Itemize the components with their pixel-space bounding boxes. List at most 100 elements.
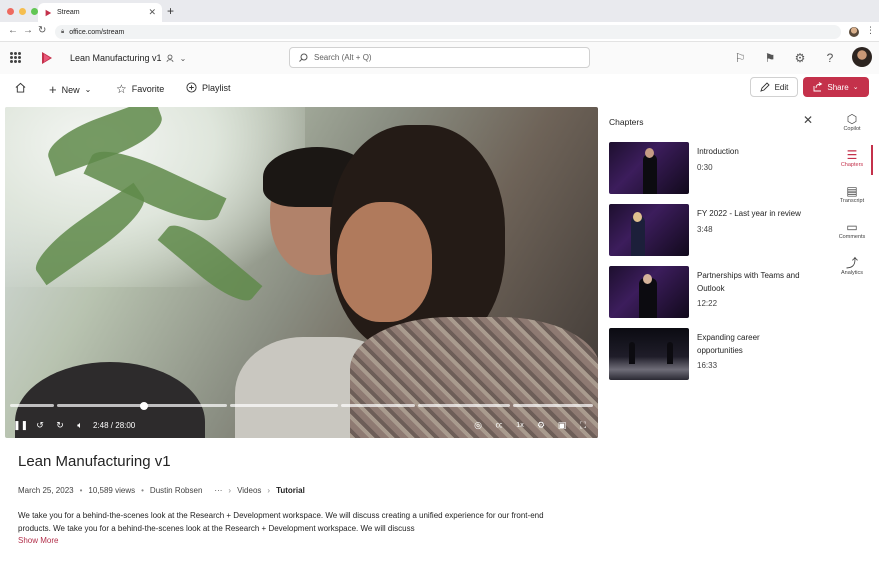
chapter-title: FY 2022 - Last year in review — [697, 209, 801, 218]
rail-copilot-label: Copilot — [843, 126, 861, 132]
reload-icon[interactable]: ↻ — [38, 25, 46, 36]
back-icon[interactable]: ← — [8, 25, 18, 36]
command-bar: + New ⌄ ☆ Favorite Playlist Edit Share ⌄ — [0, 74, 879, 102]
maximize-window-button[interactable] — [31, 8, 38, 15]
chapter-item[interactable]: FY 2022 - Last year in review 3:48 — [609, 204, 824, 256]
favorite-label: Favorite — [131, 84, 165, 94]
header-actions: ⚐ ⚑ ⚙ ? — [733, 51, 837, 65]
chevron-down-icon: ⌄ — [84, 85, 92, 94]
address-bar[interactable]: 🔒︎ office.com/stream — [55, 25, 841, 39]
share-button[interactable]: Share ⌄ — [803, 77, 869, 97]
more-options-icon[interactable]: ··· — [214, 486, 222, 495]
seek-segment[interactable] — [341, 404, 415, 407]
help-icon[interactable]: ? — [823, 51, 837, 65]
fullscreen-icon[interactable]: ⛶ — [576, 420, 590, 431]
rail-analytics[interactable]: ⤴ Analytics — [829, 256, 875, 276]
add-circle-icon — [186, 82, 197, 93]
chapter-item[interactable]: Expanding career opportunities 16:33 — [609, 328, 824, 380]
close-window-button[interactable] — [7, 8, 14, 15]
chevron-down-icon: ⌄ — [179, 53, 187, 63]
audio-description-icon[interactable]: ◎ — [471, 420, 485, 431]
new-tab-icon[interactable]: + — [167, 4, 174, 18]
chapter-item[interactable]: Introduction 0:30 — [609, 142, 824, 194]
user-avatar[interactable] — [852, 47, 872, 67]
rail-chapters[interactable]: ☰ Chapters — [829, 148, 875, 168]
rail-comments-label: Comments — [838, 234, 866, 240]
search-input[interactable]: Search (Alt + Q) — [289, 47, 590, 68]
plus-icon: + — [49, 82, 57, 97]
rail-copilot[interactable]: ⬡ Copilot — [829, 112, 875, 132]
seek-segment[interactable] — [418, 404, 510, 407]
flag-icon[interactable]: ⚑ — [763, 51, 777, 65]
chapters-panel: Chapters ✕ Introduction 0:30 FY 2022 - L… — [598, 107, 829, 427]
feedback-icon[interactable]: ⚐ — [733, 51, 747, 65]
thumbnail-figure — [631, 216, 645, 256]
stream-logo-icon — [45, 9, 52, 16]
chapter-item[interactable]: Partnerships with Teams and Outlook 12:2… — [609, 266, 824, 318]
video-title: Lean Manufacturing v1 — [18, 453, 171, 470]
favorite-button[interactable]: ☆ Favorite — [116, 82, 164, 96]
video-player[interactable]: ❚❚ ↺ ↻ 🔈︎ 2:48 / 28:00 ◎ ㏄ 1x ⚙ ▣ ⛶ — [5, 107, 598, 438]
pause-icon[interactable]: ❚❚ — [13, 420, 28, 431]
seek-handle[interactable] — [140, 402, 148, 410]
stream-logo-icon[interactable] — [40, 51, 54, 65]
document-title-text: Lean Manufacturing v1 — [70, 53, 162, 63]
chapter-title: Expanding career opportunities — [697, 333, 760, 355]
playback-speed-icon[interactable]: 1x — [513, 422, 527, 429]
picture-in-picture-icon[interactable]: ▣ — [555, 420, 569, 431]
people-icon — [166, 54, 173, 62]
home-icon — [15, 82, 26, 93]
profile-icon[interactable] — [849, 27, 859, 37]
home-button[interactable] — [15, 82, 26, 93]
close-icon[interactable]: ✕ — [803, 113, 813, 127]
tab-close-icon[interactable]: ✕ — [148, 7, 156, 18]
address-bar-row: ← → ↻ 🔒︎ office.com/stream ⋮ — [0, 22, 879, 42]
chapter-title: Partnerships with Teams and Outlook — [697, 271, 800, 293]
browser-tabstrip: Stream ✕ + — [0, 0, 879, 22]
video-frame-person — [337, 202, 432, 322]
document-title[interactable]: Lean Manufacturing v1 ⌄ — [70, 53, 186, 63]
show-more-link[interactable]: Show More — [18, 536, 58, 545]
edit-button[interactable]: Edit — [750, 77, 798, 97]
chapter-time: 12:22 — [697, 299, 718, 308]
transcript-icon: ▤ — [846, 184, 858, 198]
seek-segment[interactable] — [230, 404, 338, 407]
breadcrumb-videos[interactable]: Videos — [237, 486, 261, 495]
captions-icon[interactable]: ㏄ — [492, 420, 506, 430]
chevron-right-icon: › — [228, 486, 232, 495]
seek-bar[interactable] — [10, 404, 593, 407]
skip-back-icon[interactable]: ↺ — [33, 420, 47, 431]
settings-gear-icon[interactable]: ⚙ — [793, 51, 807, 65]
forward-icon[interactable]: → — [23, 25, 33, 36]
share-label: Share — [827, 82, 849, 92]
seek-segment[interactable] — [10, 404, 54, 407]
breadcrumb-current[interactable]: Tutorial — [276, 486, 305, 495]
seek-segment[interactable] — [513, 404, 593, 407]
app-launcher-icon[interactable] — [10, 52, 21, 63]
rail-comments[interactable]: ▭ Comments — [829, 220, 875, 240]
chevron-down-icon: ⌄ — [852, 84, 859, 91]
right-rail: ⬡ Copilot ☰ Chapters ▤ Transcript ▭ Comm… — [829, 107, 875, 307]
minimize-window-button[interactable] — [19, 8, 26, 15]
rail-transcript[interactable]: ▤ Transcript — [829, 184, 875, 204]
copilot-icon: ⬡ — [846, 112, 858, 126]
author-name[interactable]: Dustin Robsen — [150, 486, 202, 495]
playlist-button[interactable]: Playlist — [186, 82, 231, 93]
skip-forward-icon[interactable]: ↻ — [53, 420, 67, 431]
settings-icon[interactable]: ⚙ — [534, 420, 548, 431]
browser-tab[interactable]: Stream ✕ — [38, 3, 162, 22]
video-description: We take you for a behind-the-scenes look… — [18, 511, 544, 533]
new-label: New — [61, 84, 80, 95]
volume-icon[interactable]: 🔈︎ — [73, 420, 87, 431]
chapter-title: Introduction — [697, 147, 739, 156]
analytics-chart-icon: ⤴ — [845, 256, 858, 270]
chapter-time: 0:30 — [697, 162, 713, 172]
share-icon — [813, 82, 823, 92]
separator-dot: • — [79, 486, 83, 495]
browser-menu-icon[interactable]: ⋮ — [866, 25, 875, 36]
thumbnail-figure — [643, 154, 657, 194]
chapter-time: 16:33 — [697, 361, 718, 370]
tab-title: Stream — [57, 9, 80, 16]
comment-icon: ▭ — [846, 220, 858, 234]
new-button[interactable]: + New ⌄ — [49, 82, 91, 97]
